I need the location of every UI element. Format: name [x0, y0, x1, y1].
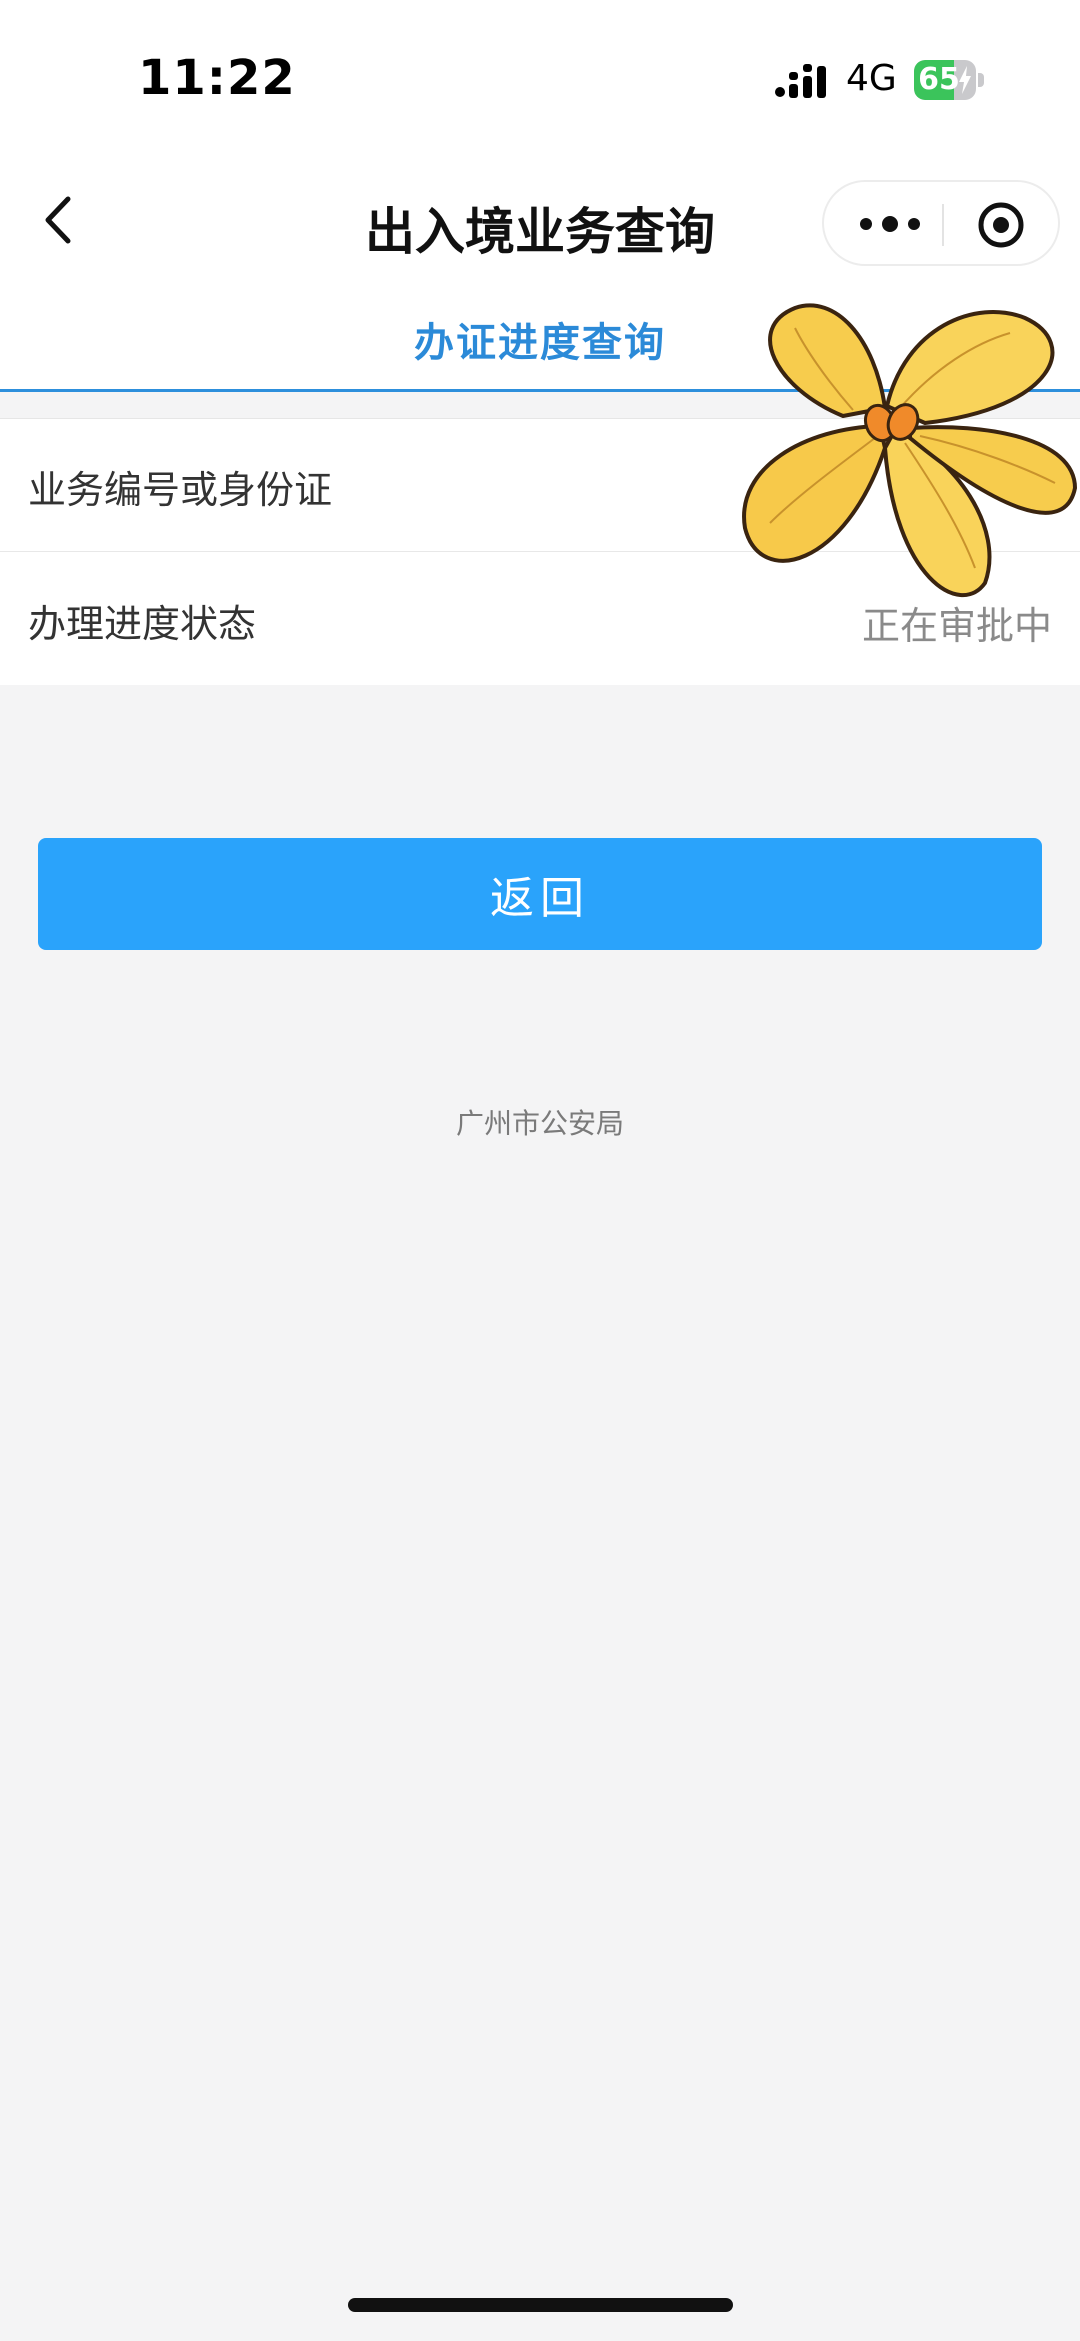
status-time: 11:22 [138, 50, 296, 106]
battery-level: 65 [918, 62, 960, 97]
return-button[interactable]: 返回 [38, 838, 1042, 950]
flower-sticker [742, 303, 1077, 597]
target-close-icon[interactable] [976, 200, 1026, 250]
signal-strength-icon [775, 64, 826, 98]
progress-status-label: 办理进度状态 [28, 602, 257, 646]
nav-bar: 出入境业务查询 [0, 160, 1080, 290]
capsule-divider [942, 204, 944, 246]
battery-icon: 65 [914, 60, 984, 100]
mini-program-capsule [822, 180, 1060, 266]
more-dots-icon[interactable] [854, 204, 926, 244]
network-type: 4G [846, 58, 897, 99]
home-indicator[interactable] [348, 2298, 733, 2312]
charging-bolt-icon [959, 66, 971, 94]
footer-organization: 广州市公安局 [455, 1107, 624, 1140]
status-bar: 11:22 4G 65 [0, 0, 1080, 160]
business-id-label: 业务编号或身份证 [28, 468, 333, 512]
